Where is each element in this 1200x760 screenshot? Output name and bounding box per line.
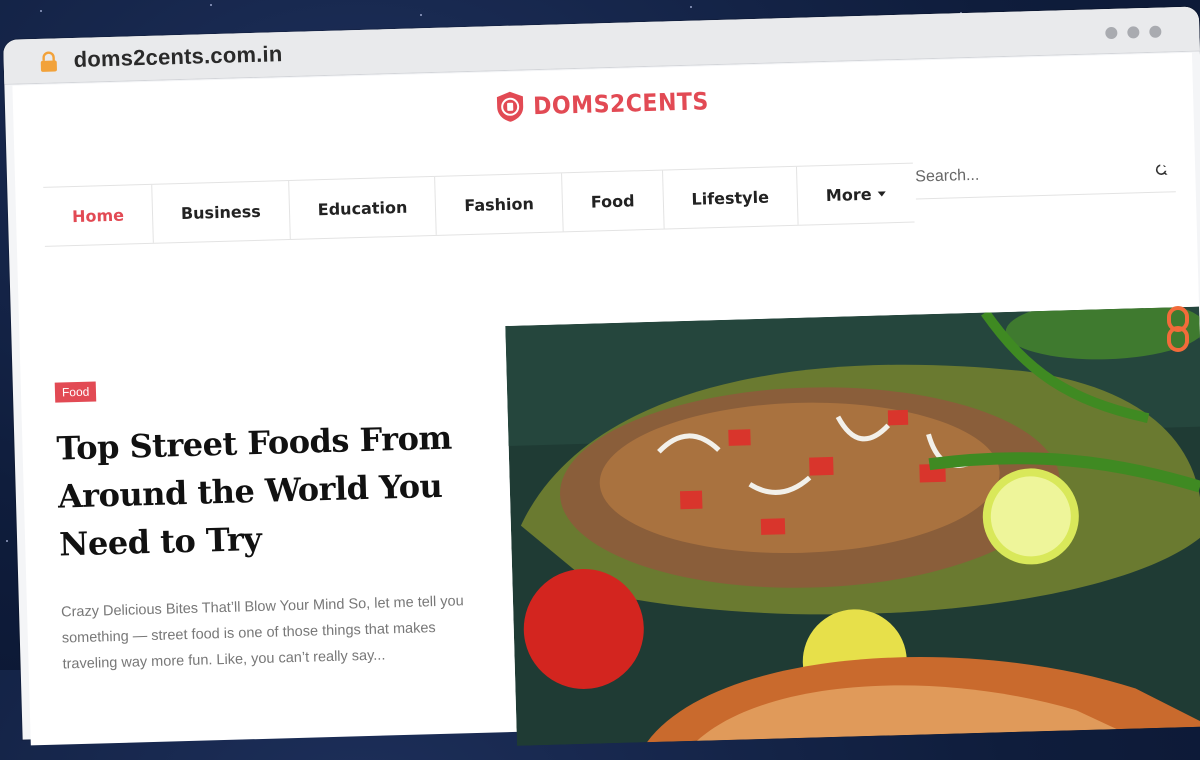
nav-item-home[interactable]: Home (43, 184, 154, 246)
nav-item-fashion[interactable]: Fashion (435, 173, 564, 235)
url-text[interactable]: doms2cents.com.in (73, 41, 282, 73)
site-logo[interactable]: DOMS2CENTS (493, 84, 725, 124)
main-nav: Home Business Education Fashion Food Lif… (43, 162, 915, 247)
caret-down-icon (877, 190, 886, 197)
article-title[interactable]: Top Street Foods From Around the World Y… (56, 413, 480, 569)
nav-label: Lifestyle (691, 187, 770, 209)
lock-icon (40, 51, 57, 72)
window-dot[interactable] (1105, 26, 1118, 40)
nav-item-food[interactable]: Food (562, 170, 665, 232)
star (6, 540, 8, 542)
search-placeholder: Search... (915, 166, 980, 186)
window-controls (1105, 25, 1162, 40)
category-badge[interactable]: Food (54, 381, 97, 403)
nav-item-lifestyle[interactable]: Lifestyle (662, 166, 799, 229)
star (420, 14, 422, 16)
watermark-text: GUESTPOSTLINKS (1158, 61, 1183, 296)
nav-label: More (825, 184, 872, 205)
star (690, 6, 692, 8)
link-icon (1167, 306, 1189, 352)
nav-label: Home (71, 205, 125, 226)
nav-label: Fashion (464, 193, 535, 215)
browser-window: doms2cents.com.in DOMS2CENTS Home Busine… (0, 6, 1200, 746)
star (210, 4, 212, 6)
logo-text: DOMS2CENTS (532, 87, 710, 121)
web-page: DOMS2CENTS Home Business Education Fashi… (12, 52, 1200, 746)
nav-item-education[interactable]: Education (288, 176, 438, 239)
nav-label: Food (590, 190, 635, 212)
hero-food-image[interactable] (505, 306, 1200, 746)
star (40, 10, 42, 12)
nav-item-business[interactable]: Business (152, 181, 291, 243)
logo-shield-icon (496, 91, 524, 122)
search-input[interactable]: Search... (914, 149, 1176, 200)
window-dot[interactable] (1127, 26, 1140, 39)
browser-frame: doms2cents.com.in DOMS2CENTS Home Busine… (3, 6, 1200, 746)
nav-label: Education (317, 197, 408, 219)
nav-label: Business (180, 201, 262, 223)
guestpostlinks-watermark: GUESTPOSTLINKS (1158, 56, 1198, 356)
article-excerpt: Crazy Delicious Bites That’ll Blow Your … (60, 593, 464, 673)
nav-item-more[interactable]: More (797, 164, 914, 225)
